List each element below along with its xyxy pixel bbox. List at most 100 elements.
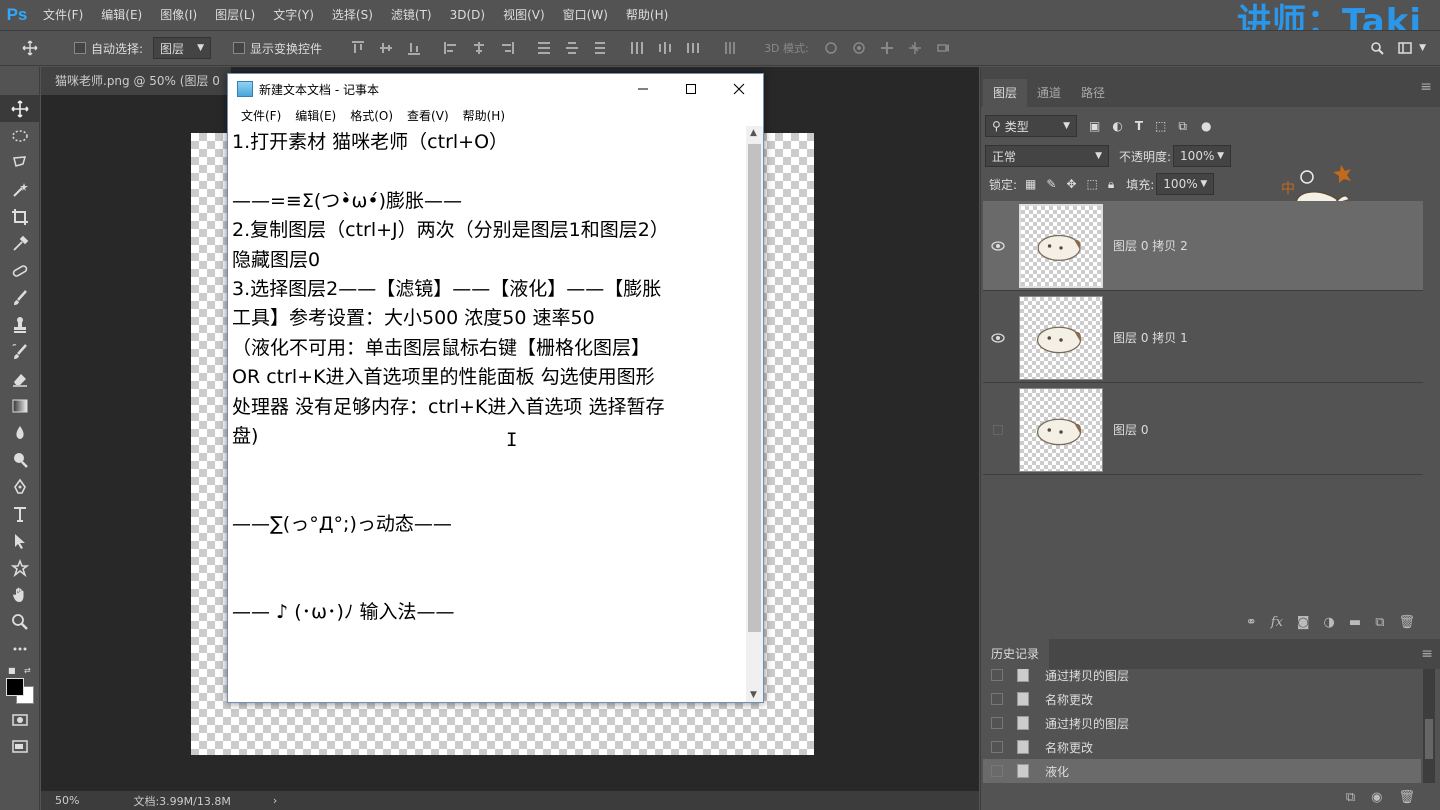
menu-edit[interactable]: 编辑(E): [92, 0, 151, 30]
distribute-vcenter-icon[interactable]: [565, 41, 579, 55]
history-brush-tool[interactable]: [0, 338, 40, 365]
history-item[interactable]: 通过拷贝的图层: [983, 669, 1421, 687]
history-source-checkbox[interactable]: [991, 765, 1003, 777]
adjustment-layer-icon[interactable]: ◑: [1324, 615, 1335, 630]
filter-shape-icon[interactable]: ⬚: [1155, 119, 1166, 133]
zoom-tool[interactable]: [0, 608, 40, 635]
filter-smart-object-icon[interactable]: ⧉: [1178, 119, 1187, 134]
type-tool[interactable]: [0, 500, 40, 527]
menu-filter[interactable]: 滤镜(T): [382, 0, 441, 30]
scroll-down-icon[interactable]: ▼: [750, 690, 757, 700]
workspace-icon[interactable]: [1398, 41, 1412, 55]
align-top-icon[interactable]: [351, 41, 365, 55]
auto-select-dropdown[interactable]: 图层 ▼: [153, 37, 212, 59]
swap-colors-icon[interactable]: ⇄: [24, 666, 31, 675]
brush-tool[interactable]: [0, 284, 40, 311]
notepad-scrollbar[interactable]: ▲ ▼: [746, 126, 763, 702]
trash-icon[interactable]: 🗑︎: [1398, 615, 1415, 630]
visibility-toggle-empty[interactable]: [983, 424, 1013, 435]
status-menu-arrow-icon[interactable]: ›: [273, 794, 277, 807]
visibility-eye-icon[interactable]: [983, 240, 1013, 251]
screen-mode-button[interactable]: [0, 733, 40, 760]
history-source-checkbox[interactable]: [991, 717, 1003, 729]
auto-align-icon[interactable]: [723, 41, 737, 55]
toolbar-grip[interactable]: [0, 67, 39, 95]
new-group-icon[interactable]: ▬: [1349, 615, 1361, 630]
layer-row-copy2[interactable]: 图层 0 拷贝 2: [983, 201, 1423, 291]
pen-tool[interactable]: [0, 473, 40, 500]
history-item[interactable]: 通过拷贝的图层: [983, 711, 1421, 735]
3d-slide-icon[interactable]: [908, 41, 922, 55]
notepad-menu-file[interactable]: 文件(F): [234, 107, 288, 124]
layer-name[interactable]: 图层 0 拷贝 1: [1113, 329, 1188, 346]
tab-layers[interactable]: 图层: [983, 79, 1028, 107]
3d-orbit-icon[interactable]: [824, 41, 838, 55]
quick-select-tool[interactable]: [0, 176, 40, 203]
quick-mask-button[interactable]: [0, 706, 40, 733]
shape-tool[interactable]: [0, 554, 40, 581]
distribute-hcenter-icon[interactable]: [658, 41, 672, 55]
dodge-tool[interactable]: [0, 446, 40, 473]
new-document-from-state-icon[interactable]: ⧉: [1346, 790, 1355, 805]
snapshot-camera-icon[interactable]: ◉: [1371, 790, 1382, 805]
3d-roll-icon[interactable]: [852, 41, 866, 55]
notepad-menu-view[interactable]: 查看(V): [400, 107, 456, 124]
lock-paint-icon[interactable]: ✎: [1046, 177, 1056, 191]
link-layers-icon[interactable]: ⚭: [1246, 615, 1257, 630]
auto-select-checkbox[interactable]: [74, 42, 86, 54]
lasso-tool[interactable]: [0, 149, 40, 176]
tab-paths[interactable]: 路径: [1071, 79, 1115, 107]
document-tab[interactable]: 猫咪老师.png @ 50% (图层 0: [41, 67, 231, 95]
auto-select-option[interactable]: 自动选择:: [74, 40, 143, 57]
marquee-tool[interactable]: [0, 122, 40, 149]
blur-tool[interactable]: [0, 419, 40, 446]
delete-state-icon[interactable]: 🗑︎: [1398, 790, 1415, 805]
history-source-checkbox[interactable]: [991, 669, 1003, 681]
menu-help[interactable]: 帮助(H): [617, 0, 677, 30]
eraser-tool[interactable]: [0, 365, 40, 392]
distribute-top-icon[interactable]: [537, 41, 551, 55]
tab-channels[interactable]: 通道: [1027, 79, 1071, 107]
align-vcenter-icon[interactable]: [379, 41, 393, 55]
lock-transparent-icon[interactable]: ▦: [1025, 177, 1036, 191]
align-bottom-icon[interactable]: [407, 41, 421, 55]
eyedropper-tool[interactable]: [0, 230, 40, 257]
show-transform-checkbox[interactable]: [233, 42, 246, 54]
lock-all-icon[interactable]: 🔒︎: [1108, 177, 1114, 192]
align-right-icon[interactable]: [500, 41, 515, 55]
history-item[interactable]: 名称更改: [983, 735, 1421, 759]
path-select-tool[interactable]: [0, 527, 40, 554]
move-tool[interactable]: [0, 95, 40, 122]
menu-type[interactable]: 文字(Y): [264, 0, 323, 30]
history-source-checkbox[interactable]: [991, 741, 1003, 753]
crop-tool[interactable]: [0, 203, 40, 230]
notepad-menu-help[interactable]: 帮助(H): [456, 107, 512, 124]
filter-adjustment-icon[interactable]: ◐: [1112, 119, 1122, 133]
search-icon[interactable]: [1370, 41, 1384, 55]
move-tool-preset[interactable]: [0, 40, 60, 56]
fx-icon[interactable]: fx: [1271, 615, 1283, 630]
scrollbar-thumb[interactable]: [748, 144, 761, 632]
history-source-checkbox[interactable]: [991, 693, 1003, 705]
layer-name[interactable]: 图层 0 拷贝 2: [1113, 237, 1188, 254]
default-colors-icon[interactable]: ■: [8, 666, 16, 675]
show-transform-option[interactable]: 显示变换控件: [233, 40, 322, 57]
workspace-chevron-icon[interactable]: ▼: [1419, 43, 1426, 53]
layer-name[interactable]: 图层 0: [1113, 421, 1148, 438]
menu-image[interactable]: 图像(I): [151, 0, 206, 30]
menu-window[interactable]: 窗口(W): [554, 0, 617, 30]
history-scrollbar-thumb[interactable]: [1425, 719, 1433, 759]
visibility-eye-icon[interactable]: [983, 332, 1013, 343]
filter-type-icon[interactable]: T: [1135, 119, 1143, 133]
history-item-selected[interactable]: 液化: [983, 759, 1421, 783]
filter-toggle-icon[interactable]: ●: [1201, 119, 1211, 133]
photoshop-logo[interactable]: Ps: [0, 0, 34, 30]
scroll-up-icon[interactable]: ▲: [750, 128, 757, 138]
stamp-tool[interactable]: [0, 311, 40, 338]
notepad-menu-format[interactable]: 格式(O): [343, 107, 400, 124]
notepad-text-area[interactable]: 1.打开素材 猫咪老师（ctrl+O） ——=≡Σ(つ•̀ω•́)膨胀—— 2.…: [228, 126, 747, 702]
menu-select[interactable]: 选择(S): [323, 0, 382, 30]
layer-row-copy1[interactable]: 图层 0 拷贝 1: [983, 293, 1423, 383]
foreground-color-swatch[interactable]: [6, 678, 24, 696]
zoom-level[interactable]: 50%: [55, 794, 79, 807]
